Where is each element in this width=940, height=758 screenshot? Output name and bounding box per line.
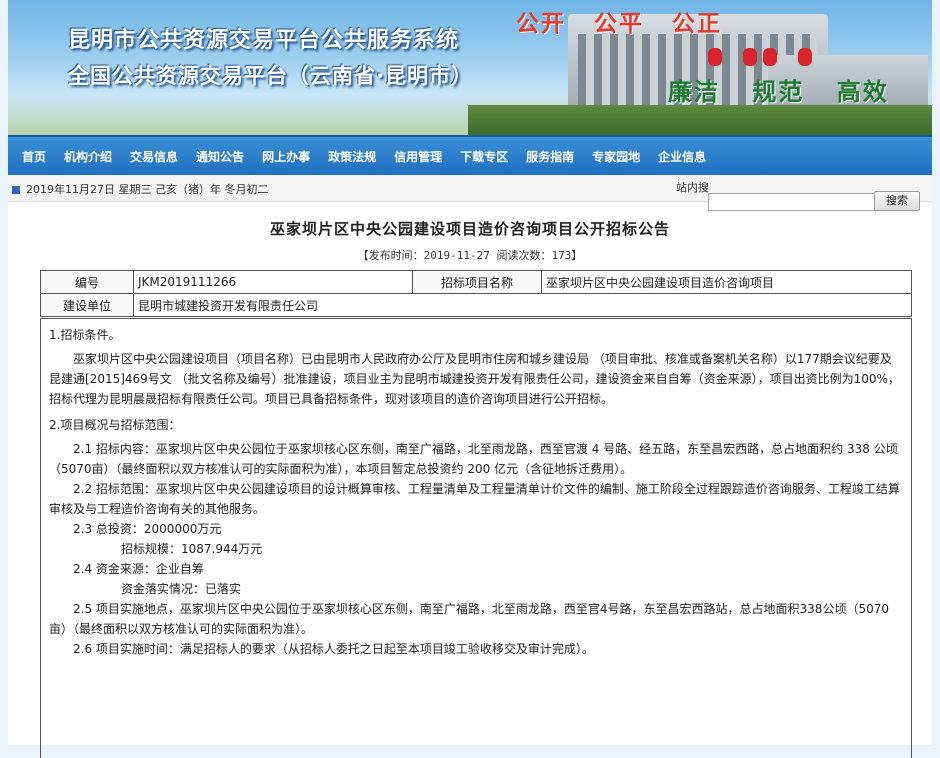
site-title: 昆明市公共资源交易平台公共服务系统 bbox=[68, 28, 460, 53]
nav-home[interactable]: 首页 bbox=[22, 148, 46, 165]
search-label: 站内搜 bbox=[676, 181, 709, 194]
nav-enterprise[interactable]: 企业信息 bbox=[658, 148, 706, 165]
nav-policies[interactable]: 政策法规 bbox=[328, 148, 376, 165]
paragraph-2-4-status: 资金落实情况：已落实 bbox=[121, 582, 242, 596]
info-bar: 2019年11月27日 星期三 己亥（猪）年 冬月初二 站内搜 搜索 bbox=[8, 175, 932, 211]
article-title: 巫家坝片区中央公园建设项目造价咨询项目公开招标公告 bbox=[269, 220, 670, 238]
project-name-value: 巫家坝片区中央公园建设项目造价咨询项目 bbox=[541, 270, 912, 294]
nav-online-services[interactable]: 网上办事 bbox=[262, 148, 310, 165]
nav-downloads[interactable]: 下载专区 bbox=[460, 148, 508, 165]
article-meta: 【发布时间：2019-11-27 阅读次数：173】 bbox=[357, 249, 583, 262]
trees-image bbox=[468, 105, 932, 135]
nav-credit[interactable]: 信用管理 bbox=[394, 148, 442, 165]
number-value: JKM2019111266 bbox=[133, 270, 413, 294]
calendar-icon bbox=[12, 186, 20, 194]
paragraph-2-3: 2.3 总投资：2000000万元 bbox=[73, 522, 222, 536]
page: 昆明市公共资源交易平台公共服务系统 全国公共资源交易平台（云南省·昆明市） 公开… bbox=[8, 0, 932, 758]
slogan-top: 公开 公平 公正 bbox=[516, 11, 723, 37]
owner-label: 建设单位 bbox=[40, 293, 134, 317]
main-nav: 首页 机构介绍 交易信息 通知公告 网上办事 政策法规 信用管理 下载专区 服务… bbox=[8, 135, 932, 175]
number-label: 编号 bbox=[40, 270, 134, 294]
section-1-text: 巫家坝片区中央公园建设项目（项目名称）已由昆明市人民政府办公厅及昆明市住房和城乡… bbox=[49, 352, 900, 406]
nav-notices[interactable]: 通知公告 bbox=[196, 148, 244, 165]
slogan-bottom: 廉洁 规范 高效 bbox=[668, 78, 889, 106]
nav-experts[interactable]: 专家园地 bbox=[592, 148, 640, 165]
header-banner: 昆明市公共资源交易平台公共服务系统 全国公共资源交易平台（云南省·昆明市） 公开… bbox=[8, 0, 932, 135]
paragraph-2-5: 2.5 项目实施地点，巫家坝片区中央公园位于巫家坝核心区东侧，南至广福路，北至雨… bbox=[49, 602, 889, 636]
paragraph-2-6: 2.6 项目实施时间：满足招标人的要求（从招标人委托之日起至本项目竣工验收移交及… bbox=[73, 642, 594, 656]
nav-service-guide[interactable]: 服务指南 bbox=[526, 148, 574, 165]
section-2-title: 2.项目概况与招标范围： bbox=[49, 418, 181, 432]
site-subtitle: 全国公共资源交易平台（云南省·昆明市） bbox=[68, 64, 473, 88]
search-input[interactable] bbox=[708, 193, 876, 211]
nav-about[interactable]: 机构介绍 bbox=[64, 148, 112, 165]
article-body: 1.招标条件。 巫家坝片区中央公园建设项目（项目名称）已由昆明市人民政府办公厅及… bbox=[40, 318, 912, 758]
paragraph-2-4: 2.4 资金来源：企业自筹 bbox=[73, 562, 204, 576]
project-name-label: 招标项目名称 bbox=[412, 270, 542, 294]
current-date: 2019年11月27日 星期三 己亥（猪）年 冬月初二 bbox=[26, 183, 269, 196]
paragraph-2-3-scale: 招标规模：1087.944万元 bbox=[121, 542, 263, 556]
project-info-table: 编号 JKM2019111266 招标项目名称 巫家坝片区中央公园建设项目造价咨… bbox=[40, 270, 912, 317]
paragraph-2-1: 2.1 招标内容：巫家坝片区中央公园位于巫家坝核心区东侧，南至广福路，北至雨龙路… bbox=[49, 442, 898, 476]
owner-value: 昆明市城建投资开发有限责任公司 bbox=[133, 293, 912, 317]
paragraph-2-2: 2.2 招标范围：巫家坝片区中央公园建设项目的设计概算审核、工程量清单及工程量清… bbox=[49, 482, 900, 516]
nav-trading-info[interactable]: 交易信息 bbox=[130, 148, 178, 165]
section-1-title: 1.招标条件。 bbox=[49, 328, 121, 342]
search-button[interactable]: 搜索 bbox=[874, 191, 920, 211]
